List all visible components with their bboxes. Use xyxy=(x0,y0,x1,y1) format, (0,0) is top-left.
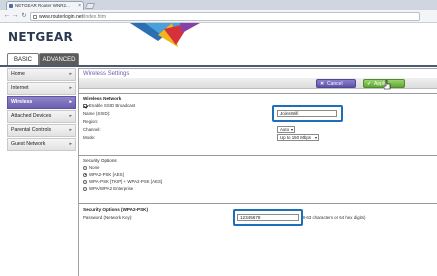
radio-wpa-wpa2-mixed[interactable] xyxy=(83,179,87,184)
mouse-pointer-icon xyxy=(384,80,391,90)
sidebar-item-label: Parental Controls xyxy=(11,127,52,133)
page-title: Wireless Settings xyxy=(83,71,130,77)
browser-tab-title: NETGEAR Router WNR2... xyxy=(15,3,70,8)
sidebar-item-label: Wireless xyxy=(11,99,33,105)
netgear-logo: NETGEAR xyxy=(8,30,74,44)
section-heading: Security Options xyxy=(83,158,117,163)
security-option-enterprise[interactable]: WPA/WPA2 Enterprise xyxy=(83,186,133,191)
sidebar-item-label: Attached Devices xyxy=(11,113,52,119)
url-path: /index.htm xyxy=(82,14,106,20)
section-heading: Security Options (WPA2-PSK) xyxy=(83,207,148,212)
section-heading: Wireless Network xyxy=(83,96,122,101)
chevron-down-icon: ▾ xyxy=(314,135,317,140)
new-tab-button[interactable] xyxy=(84,3,96,9)
security-option-label: WPA2-PSK [AES] xyxy=(89,172,124,177)
sidebar-item-internet[interactable]: Internet ▸ xyxy=(7,82,76,95)
sidebar-item-label: Home xyxy=(11,71,25,77)
favicon-icon xyxy=(9,4,13,8)
url-field[interactable]: www.routerlogin.net/index.htm xyxy=(30,12,420,21)
channel-value: Auto xyxy=(280,127,290,132)
forward-arrow-icon[interactable]: → xyxy=(11,12,19,20)
sidebar-item-label: Internet xyxy=(11,85,29,91)
tab-advanced[interactable]: ADVANCED xyxy=(39,53,79,65)
chevron-right-icon: ▸ xyxy=(69,127,72,133)
wpa2-psk-section: Security Options (WPA2-PSK) Password (Ne… xyxy=(79,203,437,233)
cancel-button-label: Cancel xyxy=(327,81,343,87)
sidebar-item-attached-devices[interactable]: Attached Devices ▸ xyxy=(7,110,76,123)
mode-label: Mode: xyxy=(83,135,96,140)
enable-ssid-broadcast-row: Enable SSID Broadcast xyxy=(83,103,135,108)
tab-divider xyxy=(0,65,437,67)
security-option-none[interactable]: None xyxy=(83,165,100,170)
security-option-wpa2-psk-aes[interactable]: WPA2-PSK [AES] xyxy=(83,172,124,177)
security-option-label: WPA-PSK [TKIP] + WPA2-PSK [AES] xyxy=(89,179,163,184)
sidebar-item-parental-controls[interactable]: Parental Controls ▸ xyxy=(7,124,76,137)
sidebar-item-home[interactable]: Home ▸ xyxy=(7,68,76,81)
chevron-right-icon: ▸ xyxy=(69,113,72,119)
chevron-right-icon: ▸ xyxy=(69,99,72,105)
security-options-section: Security Options None WPA2-PSK [AES] WPA… xyxy=(79,155,437,203)
close-tab-icon[interactable]: × xyxy=(78,2,81,10)
security-option-label: WPA/WPA2 Enterprise xyxy=(89,186,134,191)
password-hint: (8-63 characters or 64 hex digits) xyxy=(301,215,366,220)
browser-tab-bar: NETGEAR Router WNR2... × xyxy=(0,0,437,10)
header-swoosh-graphic xyxy=(130,23,200,47)
sidebar: Home ▸ Internet ▸ Wireless ▸ Attached De… xyxy=(7,68,76,152)
tab-basic[interactable]: BASIC xyxy=(7,53,39,65)
radio-wpa2-psk-aes[interactable] xyxy=(83,172,87,177)
radio-none[interactable] xyxy=(83,165,87,170)
enable-ssid-broadcast-label: Enable SSID Broadcast xyxy=(89,103,136,108)
ssid-label: Name (SSID): xyxy=(83,111,111,116)
enable-ssid-broadcast-checkbox[interactable] xyxy=(83,103,87,108)
security-option-wpa-wpa2-mixed[interactable]: WPA-PSK [TKIP] + WPA2-PSK [AES] xyxy=(83,179,162,184)
back-arrow-icon[interactable]: ← xyxy=(3,12,11,20)
mode-value: Up to 150 Mbps xyxy=(280,135,311,140)
security-option-label: None xyxy=(89,165,100,170)
router-header: NETGEAR xyxy=(0,23,437,53)
check-icon: ✓ xyxy=(367,81,372,87)
sidebar-item-label: Guest Network xyxy=(11,141,46,147)
ssid-highlight-box xyxy=(272,105,343,122)
mode-select[interactable]: Up to 150 Mbps ▾ xyxy=(277,134,319,141)
region-label: Region: xyxy=(83,119,99,124)
sidebar-item-wireless[interactable]: Wireless ▸ xyxy=(7,96,76,109)
chevron-right-icon: ▸ xyxy=(69,71,72,77)
password-highlight-box xyxy=(233,209,303,226)
cancel-button[interactable]: ✕ Cancel xyxy=(316,79,356,88)
reload-icon[interactable]: ↻ xyxy=(20,12,28,20)
password-label: Password (Network Key): xyxy=(83,215,133,220)
address-bar-row: ← → ↻ www.routerlogin.net/index.htm xyxy=(0,10,437,23)
url-host: www.routerlogin.net xyxy=(39,14,83,20)
browser-tab[interactable]: NETGEAR Router WNR2... × xyxy=(6,1,84,10)
chevron-right-icon: ▸ xyxy=(69,85,72,91)
channel-label: Channel: xyxy=(83,127,101,132)
chevron-down-icon: ▾ xyxy=(290,127,293,132)
wireless-network-section: Wireless Network Enable SSID Broadcast N… xyxy=(79,93,437,153)
channel-select[interactable]: Auto ▾ xyxy=(277,126,295,133)
page-icon xyxy=(33,15,37,19)
wireless-settings-panel: Wireless Settings ✕ Cancel ✓ Apply Wirel… xyxy=(78,68,437,276)
radio-enterprise[interactable] xyxy=(83,186,87,191)
close-icon: ✕ xyxy=(320,81,325,87)
chevron-right-icon: ▸ xyxy=(69,141,72,147)
sidebar-item-guest-network[interactable]: Guest Network ▸ xyxy=(7,138,76,151)
